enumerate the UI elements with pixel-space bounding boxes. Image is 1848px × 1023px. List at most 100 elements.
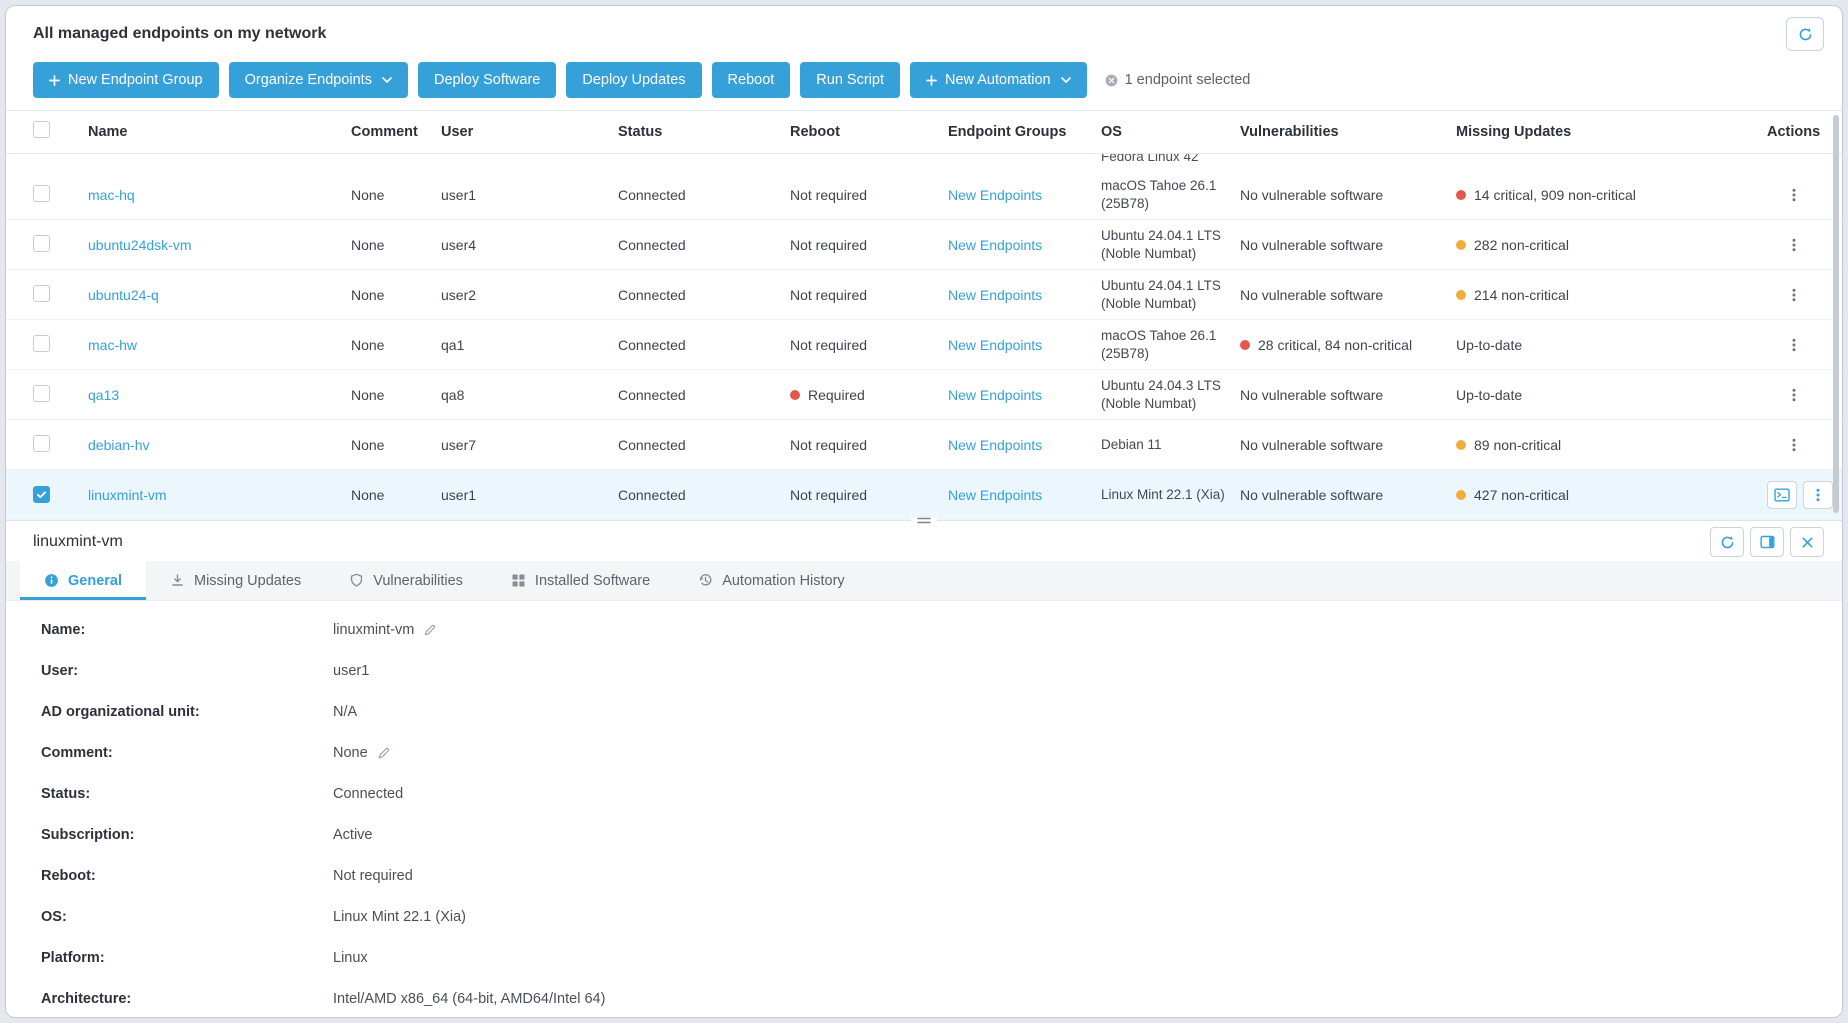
status-cell: Connected <box>618 437 790 453</box>
table-row[interactable]: ubuntu24-q None user2 Connected Not requ… <box>6 270 1842 320</box>
column-header-name[interactable]: Name <box>88 124 351 140</box>
endpoint-group-link[interactable]: New Endpoints <box>948 287 1042 303</box>
detail-panel-header: linuxmint-vm <box>6 521 1842 561</box>
row-menu-button[interactable] <box>1780 331 1808 359</box>
tab-automation-history[interactable]: Automation History <box>674 561 869 600</box>
column-header-os[interactable]: OS <box>1101 124 1240 140</box>
column-header-user[interactable]: User <box>441 124 618 140</box>
panel-resize-handle[interactable] <box>911 517 937 524</box>
column-header-missing-updates[interactable]: Missing Updates <box>1456 124 1767 140</box>
column-header-endpoint-groups[interactable]: Endpoint Groups <box>948 124 1101 140</box>
endpoint-group-link[interactable]: New Endpoints <box>948 337 1042 353</box>
endpoint-group-link[interactable]: New Endpoints <box>948 487 1042 503</box>
endpoint-group-link[interactable]: New Endpoints <box>948 187 1042 203</box>
table-row[interactable]: mac-hq None user1 Connected Not required… <box>6 170 1842 220</box>
status-cell: Connected <box>618 337 790 353</box>
row-checkbox[interactable] <box>33 185 50 202</box>
kebab-icon <box>1810 487 1826 503</box>
detail-close-button[interactable] <box>1790 527 1824 557</box>
kebab-icon <box>1786 437 1802 453</box>
vulnerabilities-cell: 28 critical, 84 non-critical <box>1240 337 1456 353</box>
row-checkbox[interactable] <box>33 486 50 503</box>
reboot-button[interactable]: Reboot <box>712 62 791 98</box>
tab-vulnerabilities[interactable]: Vulnerabilities <box>325 561 487 600</box>
row-checkbox[interactable] <box>33 235 50 252</box>
row-menu-button[interactable] <box>1780 381 1808 409</box>
reboot-cell: Not required <box>790 237 948 253</box>
tab-missing-updates[interactable]: Missing Updates <box>146 561 325 600</box>
endpoint-name-link[interactable]: ubuntu24dsk-vm <box>88 237 192 253</box>
column-header-status[interactable]: Status <box>618 124 790 140</box>
remote-session-button[interactable] <box>1767 481 1797 509</box>
edit-pencil-icon[interactable] <box>423 623 437 637</box>
os-cell: macOS Tahoe 26.1 (25B78) <box>1101 177 1240 213</box>
table-row[interactable]: debian-hv None user7 Connected Not requi… <box>6 420 1842 470</box>
table-row[interactable]: qa13 None qa8 Connected Required New End… <box>6 370 1842 420</box>
tab-installed-software[interactable]: Installed Software <box>487 561 674 600</box>
table-row[interactable]: mac-hw None qa1 Connected Not required N… <box>6 320 1842 370</box>
selection-indicator: 1 endpoint selected <box>1105 62 1251 98</box>
grid-icon <box>511 573 526 588</box>
vulnerabilities-cell: No vulnerable software <box>1240 287 1456 303</box>
detail-panel-title: linuxmint-vm <box>33 533 123 551</box>
endpoint-name-link[interactable]: mac-hq <box>88 187 135 203</box>
endpoint-group-link[interactable]: New Endpoints <box>948 387 1042 403</box>
user-cell: user1 <box>441 187 618 203</box>
user-cell: user4 <box>441 237 618 253</box>
row-menu-button[interactable] <box>1780 231 1808 259</box>
actions-cell <box>1767 281 1832 309</box>
endpoint-name-link[interactable]: linuxmint-vm <box>88 487 167 503</box>
chevron-down-icon <box>1061 77 1071 83</box>
row-checkbox[interactable] <box>33 335 50 352</box>
table-row[interactable]: linuxmint-vm None user1 Connected Not re… <box>6 470 1842 520</box>
kebab-icon <box>1786 287 1802 303</box>
chevron-down-icon <box>382 77 392 83</box>
endpoint-name-link[interactable]: debian-hv <box>88 437 150 453</box>
refresh-button[interactable] <box>1786 17 1824 51</box>
updates-severity-dot <box>1456 190 1466 200</box>
edit-pencil-icon[interactable] <box>377 746 391 760</box>
row-menu-button[interactable] <box>1803 481 1833 509</box>
terminal-icon <box>1774 488 1790 502</box>
detail-field-row: Platform: Linux <box>6 937 1842 978</box>
endpoint-name-link[interactable]: qa13 <box>88 387 119 403</box>
status-cell: Connected <box>618 287 790 303</box>
table-scrollbar[interactable] <box>1833 115 1839 513</box>
run-script-button[interactable]: Run Script <box>800 62 900 98</box>
actions-cell <box>1767 381 1832 409</box>
endpoint-name-link[interactable]: mac-hw <box>88 337 137 353</box>
endpoint-group-link[interactable]: New Endpoints <box>948 237 1042 253</box>
close-icon <box>1801 536 1814 549</box>
deploy-updates-button[interactable]: Deploy Updates <box>566 62 701 98</box>
vulnerabilities-cell: No vulnerable software <box>1240 437 1456 453</box>
column-header-comment[interactable]: Comment <box>351 124 441 140</box>
column-header-vulnerabilities[interactable]: Vulnerabilities <box>1240 124 1456 140</box>
row-checkbox[interactable] <box>33 385 50 402</box>
detail-field-row: OS: Linux Mint 22.1 (Xia) <box>6 896 1842 937</box>
endpoint-group-link[interactable]: New Endpoints <box>948 437 1042 453</box>
vulnerabilities-cell: No vulnerable software <box>1240 237 1456 253</box>
tab-general[interactable]: General <box>20 561 146 600</box>
refresh-icon <box>1720 535 1735 550</box>
detail-refresh-button[interactable] <box>1710 527 1744 557</box>
deploy-software-button[interactable]: Deploy Software <box>418 62 556 98</box>
os-cell: Ubuntu 24.04.1 LTS (Noble Numbat) <box>1101 277 1240 313</box>
user-cell: user2 <box>441 287 618 303</box>
status-cell: Connected <box>618 387 790 403</box>
organize-endpoints-button[interactable]: Organize Endpoints <box>229 62 408 98</box>
missing-updates-cell: 89 non-critical <box>1456 437 1767 453</box>
select-all-checkbox[interactable] <box>33 121 50 138</box>
new-endpoint-group-button[interactable]: New Endpoint Group <box>33 62 219 98</box>
detail-field-row: Architecture: Intel/AMD x86_64 (64-bit, … <box>6 978 1842 1017</box>
new-automation-button[interactable]: New Automation <box>910 62 1087 98</box>
column-header-reboot[interactable]: Reboot <box>790 124 948 140</box>
row-menu-button[interactable] <box>1780 281 1808 309</box>
row-checkbox[interactable] <box>33 285 50 302</box>
row-menu-button[interactable] <box>1780 181 1808 209</box>
row-menu-button[interactable] <box>1780 431 1808 459</box>
clear-selection-icon[interactable] <box>1105 74 1118 87</box>
row-checkbox[interactable] <box>33 435 50 452</box>
table-row[interactable]: ubuntu24dsk-vm None user4 Connected Not … <box>6 220 1842 270</box>
endpoint-name-link[interactable]: ubuntu24-q <box>88 287 159 303</box>
detail-expand-panel-button[interactable] <box>1750 527 1784 557</box>
